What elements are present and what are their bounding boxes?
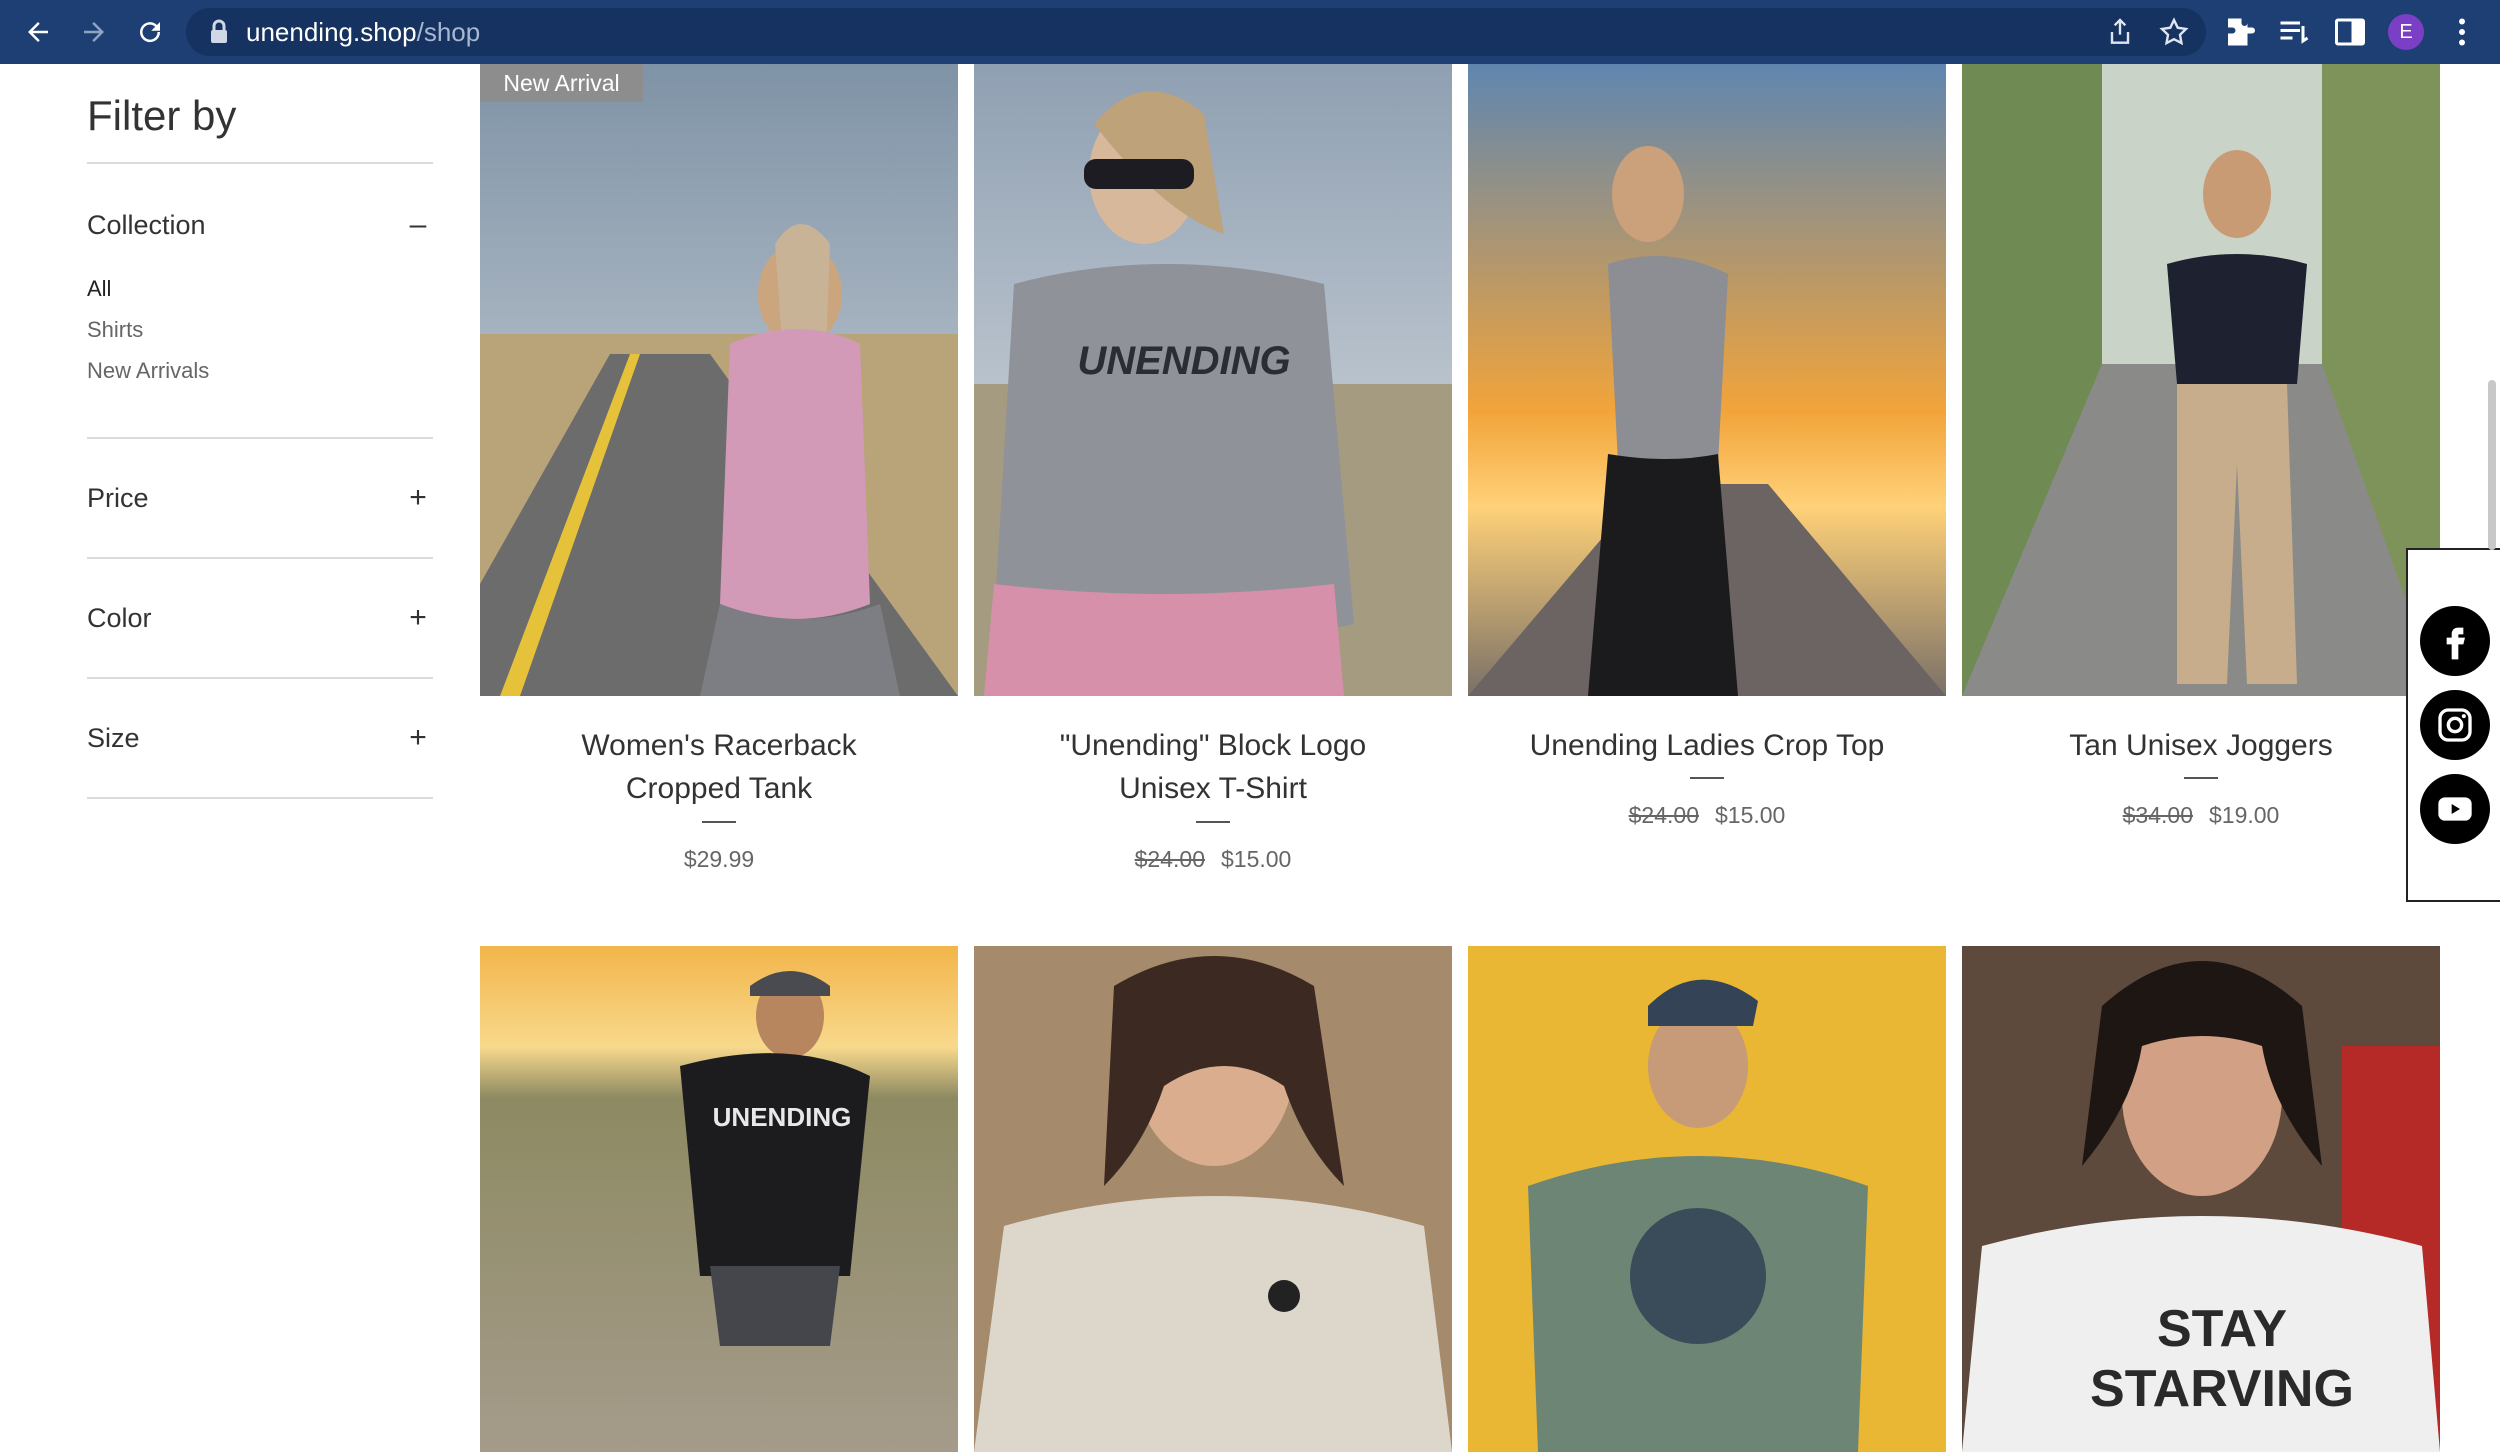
product-image-tan-joggers[interactable] [1962,64,2440,696]
divider [87,797,433,799]
lock-icon [211,19,227,43]
collection-item-all[interactable]: All [87,276,433,317]
social-links-bar [2406,548,2500,902]
product-title[interactable]: "Unending" Block Logo Unisex T-Shirt [974,724,1452,810]
arrow-right-icon [84,22,104,42]
product-image-black-hoodie[interactable]: UNENDING [480,946,958,1452]
filter-section-label: Price [87,482,149,513]
reload-button[interactable] [122,4,178,60]
bookmark-star-icon[interactable] [2158,16,2190,48]
product-title-line[interactable]: Unisex T-Shirt [974,767,1452,810]
shirt-text-stay: STAY [2157,1300,2287,1358]
product-price: $24.00 $15.00 [974,846,1452,873]
collection-item-new-arrivals[interactable]: New Arrivals [87,358,433,399]
youtube-icon [2438,797,2472,821]
original-price: $34.00 [2122,802,2193,828]
tshirt-logo-text: UNENDING [1077,339,1290,383]
facebook-link[interactable] [2420,606,2490,676]
sale-price: $19.00 [2209,802,2280,828]
youtube-link[interactable] [2420,774,2490,844]
more-menu-icon[interactable] [2444,14,2480,50]
page-scrollbar[interactable] [2488,380,2496,550]
profile-avatar[interactable]: E [2388,14,2424,50]
product-title[interactable]: Women's Racerback Cropped Tank [480,724,958,810]
reload-icon [140,22,161,43]
product-title[interactable]: Tan Unisex Joggers [1962,724,2440,767]
title-divider [1196,821,1230,823]
title-divider [2184,777,2218,779]
reading-list-icon[interactable] [2276,14,2312,50]
browser-toolbar: unending.shop /shop E [0,0,2500,64]
filter-size-toggle[interactable]: Size + [87,679,433,797]
product-price: $24.00 $15.00 [1468,802,1946,829]
url-host: unending.shop [246,16,417,47]
product-image-ladies-crop-top[interactable] [1468,64,1946,696]
facebook-icon [2446,627,2465,660]
product-price: $29.99 [480,846,958,873]
filter-collection-toggle[interactable]: Collection – [87,164,433,286]
product-image-graphic-tee[interactable] [1468,946,1946,1452]
collection-item-shirts[interactable]: Shirts [87,317,433,358]
side-panel-icon[interactable] [2332,14,2368,50]
title-divider [702,821,736,823]
sale-price: $15.00 [1221,846,1292,872]
hoodie-logo-text: UNENDING [713,1102,852,1132]
product-title-line[interactable]: Women's Racerback [480,724,958,767]
product-title[interactable]: Unending Ladies Crop Top [1468,724,1946,767]
share-icon[interactable] [2104,16,2136,48]
shirt-text-starving: STARVING [2090,1360,2354,1418]
filter-sidebar: Filter by Collection – All Shirts New Ar… [87,64,433,799]
expand-icon[interactable]: + [403,481,433,515]
filter-title: Filter by [87,92,237,139]
arrow-left-icon [28,22,48,42]
collection-list: All Shirts New Arrivals [87,276,433,437]
instagram-icon [2438,708,2472,742]
product-image-block-logo-tee[interactable]: UNENDING [974,64,1452,696]
forward-button[interactable] [66,4,122,60]
filter-color-toggle[interactable]: Color + [87,559,433,677]
product-price: $34.00 $19.00 [1962,802,2440,829]
product-image-stay-starving-tee[interactable]: STAY STARVING [1962,946,2440,1452]
filter-section-label: Color [87,602,152,633]
expand-icon[interactable]: + [403,721,433,755]
title-divider [1690,777,1724,779]
original-price: $24.00 [1628,802,1699,828]
sale-price: $15.00 [1715,802,1786,828]
back-button[interactable] [10,4,66,60]
collapse-icon[interactable]: – [403,208,433,242]
product-title-line[interactable]: Cropped Tank [480,767,958,810]
product-image-cream-hoodie[interactable] [974,946,1452,1452]
filter-section-label: Size [87,722,140,753]
instagram-link[interactable] [2420,690,2490,760]
url-path: /shop [416,16,481,47]
product-title-line[interactable]: Tan Unisex Joggers [1962,724,2440,767]
current-price: $29.99 [683,846,755,872]
address-bar[interactable]: unending.shop /shop [186,8,2206,56]
product-image-racerback-tank[interactable] [480,64,958,696]
filter-section-label: Collection [87,209,206,240]
filter-price-toggle[interactable]: Price + [87,439,433,557]
product-title-line[interactable]: Unending Ladies Crop Top [1468,724,1946,767]
expand-icon[interactable]: + [403,601,433,635]
original-price: $24.00 [1134,846,1205,872]
extensions-puzzle-icon[interactable] [2222,14,2258,50]
product-title-line[interactable]: "Unending" Block Logo [974,724,1452,767]
new-arrival-badge: New Arrival [480,64,643,102]
